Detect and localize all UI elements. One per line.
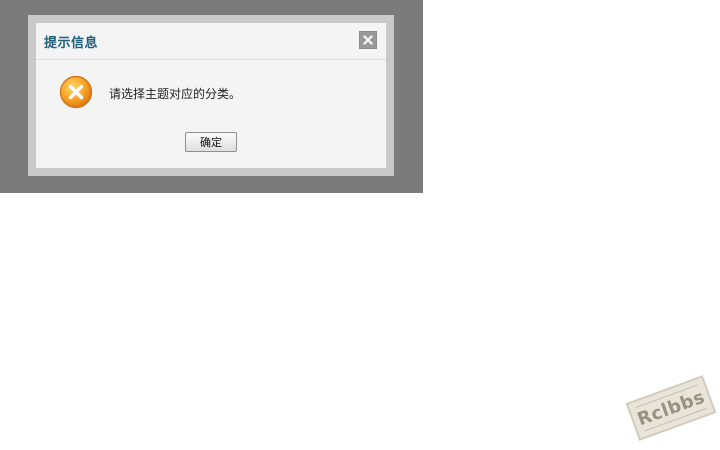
modal-overlay: 提示信息 请选择主题对应的分类。 确定 [0,0,423,193]
watermark-logo: Rclbbs [625,375,717,441]
error-x-icon [59,75,93,109]
dialog-message: 请选择主题对应的分类。 [109,87,242,101]
dialog-frame: 提示信息 请选择主题对应的分类。 确定 [28,15,394,176]
dialog-title: 提示信息 [44,36,99,51]
dialog-header: 提示信息 [36,23,386,60]
dialog-body: 请选择主题对应的分类。 确定 [36,60,386,168]
watermark-text: Rclbbs [634,386,708,430]
close-icon [363,35,373,45]
close-button[interactable] [359,31,377,49]
screen: 提示信息 请选择主题对应的分类。 确定 Rclbbs [0,0,720,450]
alert-dialog: 提示信息 请选择主题对应的分类。 确定 [36,23,386,168]
ok-button[interactable]: 确定 [185,132,237,152]
